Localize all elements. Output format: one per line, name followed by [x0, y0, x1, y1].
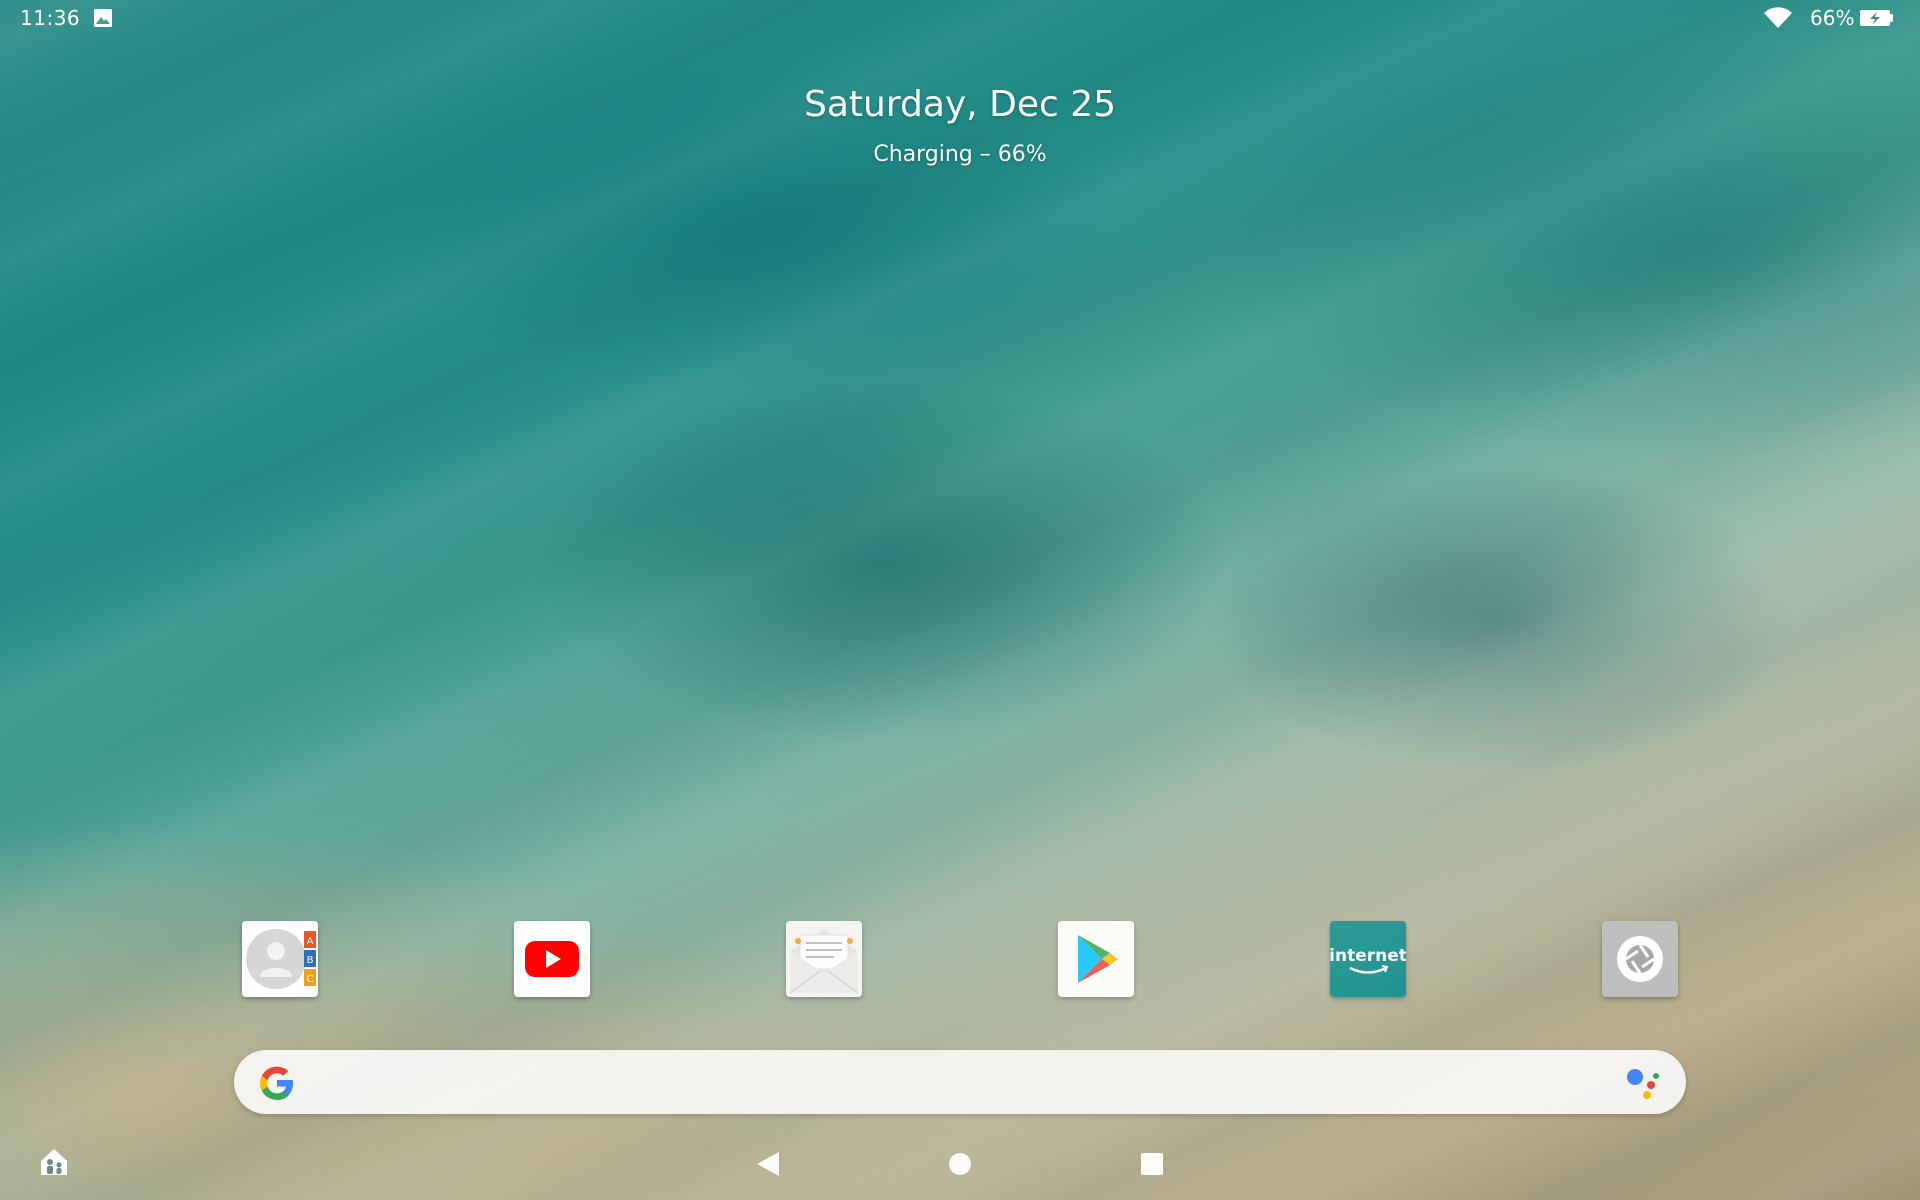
date-text: Saturday, Dec 25 — [803, 84, 1117, 125]
home-icon[interactable] — [948, 1152, 972, 1176]
search-input[interactable] — [314, 1062, 1598, 1104]
home-screen: 11:36 66% Saturday, Dec 25 Charging – 66… — [0, 0, 1920, 1200]
camera-app-icon[interactable] — [1602, 921, 1678, 997]
contacts-letter-b: B — [307, 955, 314, 966]
email-app-icon[interactable] — [786, 921, 862, 997]
amazon-internet-app-icon[interactable]: internet — [1330, 921, 1406, 997]
contacts-letter-a: A — [307, 936, 314, 947]
back-icon[interactable] — [755, 1150, 781, 1178]
recents-icon[interactable] — [1140, 1152, 1164, 1176]
google-search-bar[interactable] — [234, 1050, 1686, 1114]
google-g-icon — [260, 1066, 293, 1100]
contacts-app-icon[interactable]: A B C — [242, 921, 318, 997]
contacts-letter-c: C — [307, 974, 314, 985]
kids-home-icon[interactable] — [38, 1146, 70, 1178]
battery-percent: 66% — [1810, 6, 1855, 30]
play-store-app-icon[interactable] — [1058, 921, 1134, 997]
battery-charging-icon — [1860, 10, 1893, 26]
youtube-app-icon[interactable] — [514, 921, 590, 997]
internet-label: internet — [1330, 946, 1406, 966]
google-assistant-icon[interactable] — [1624, 1066, 1660, 1100]
status-time: 11:36 — [20, 6, 81, 30]
gallery-icon — [94, 9, 112, 27]
wifi-icon — [1764, 7, 1792, 29]
charging-status: Charging – 66% — [873, 142, 1047, 167]
status-bar: 11:36 66% — [0, 0, 1920, 36]
